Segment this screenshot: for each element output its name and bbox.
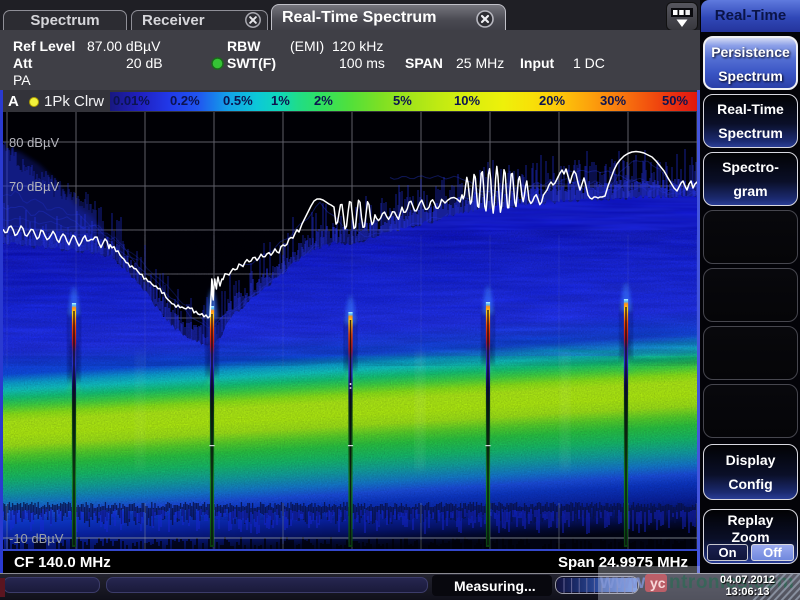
svg-text:70 dBµV: 70 dBµV [9,179,59,194]
svg-text:80 dBµV: 80 dBµV [9,135,59,150]
svg-text:-10 dBµV: -10 dBµV [9,531,64,546]
